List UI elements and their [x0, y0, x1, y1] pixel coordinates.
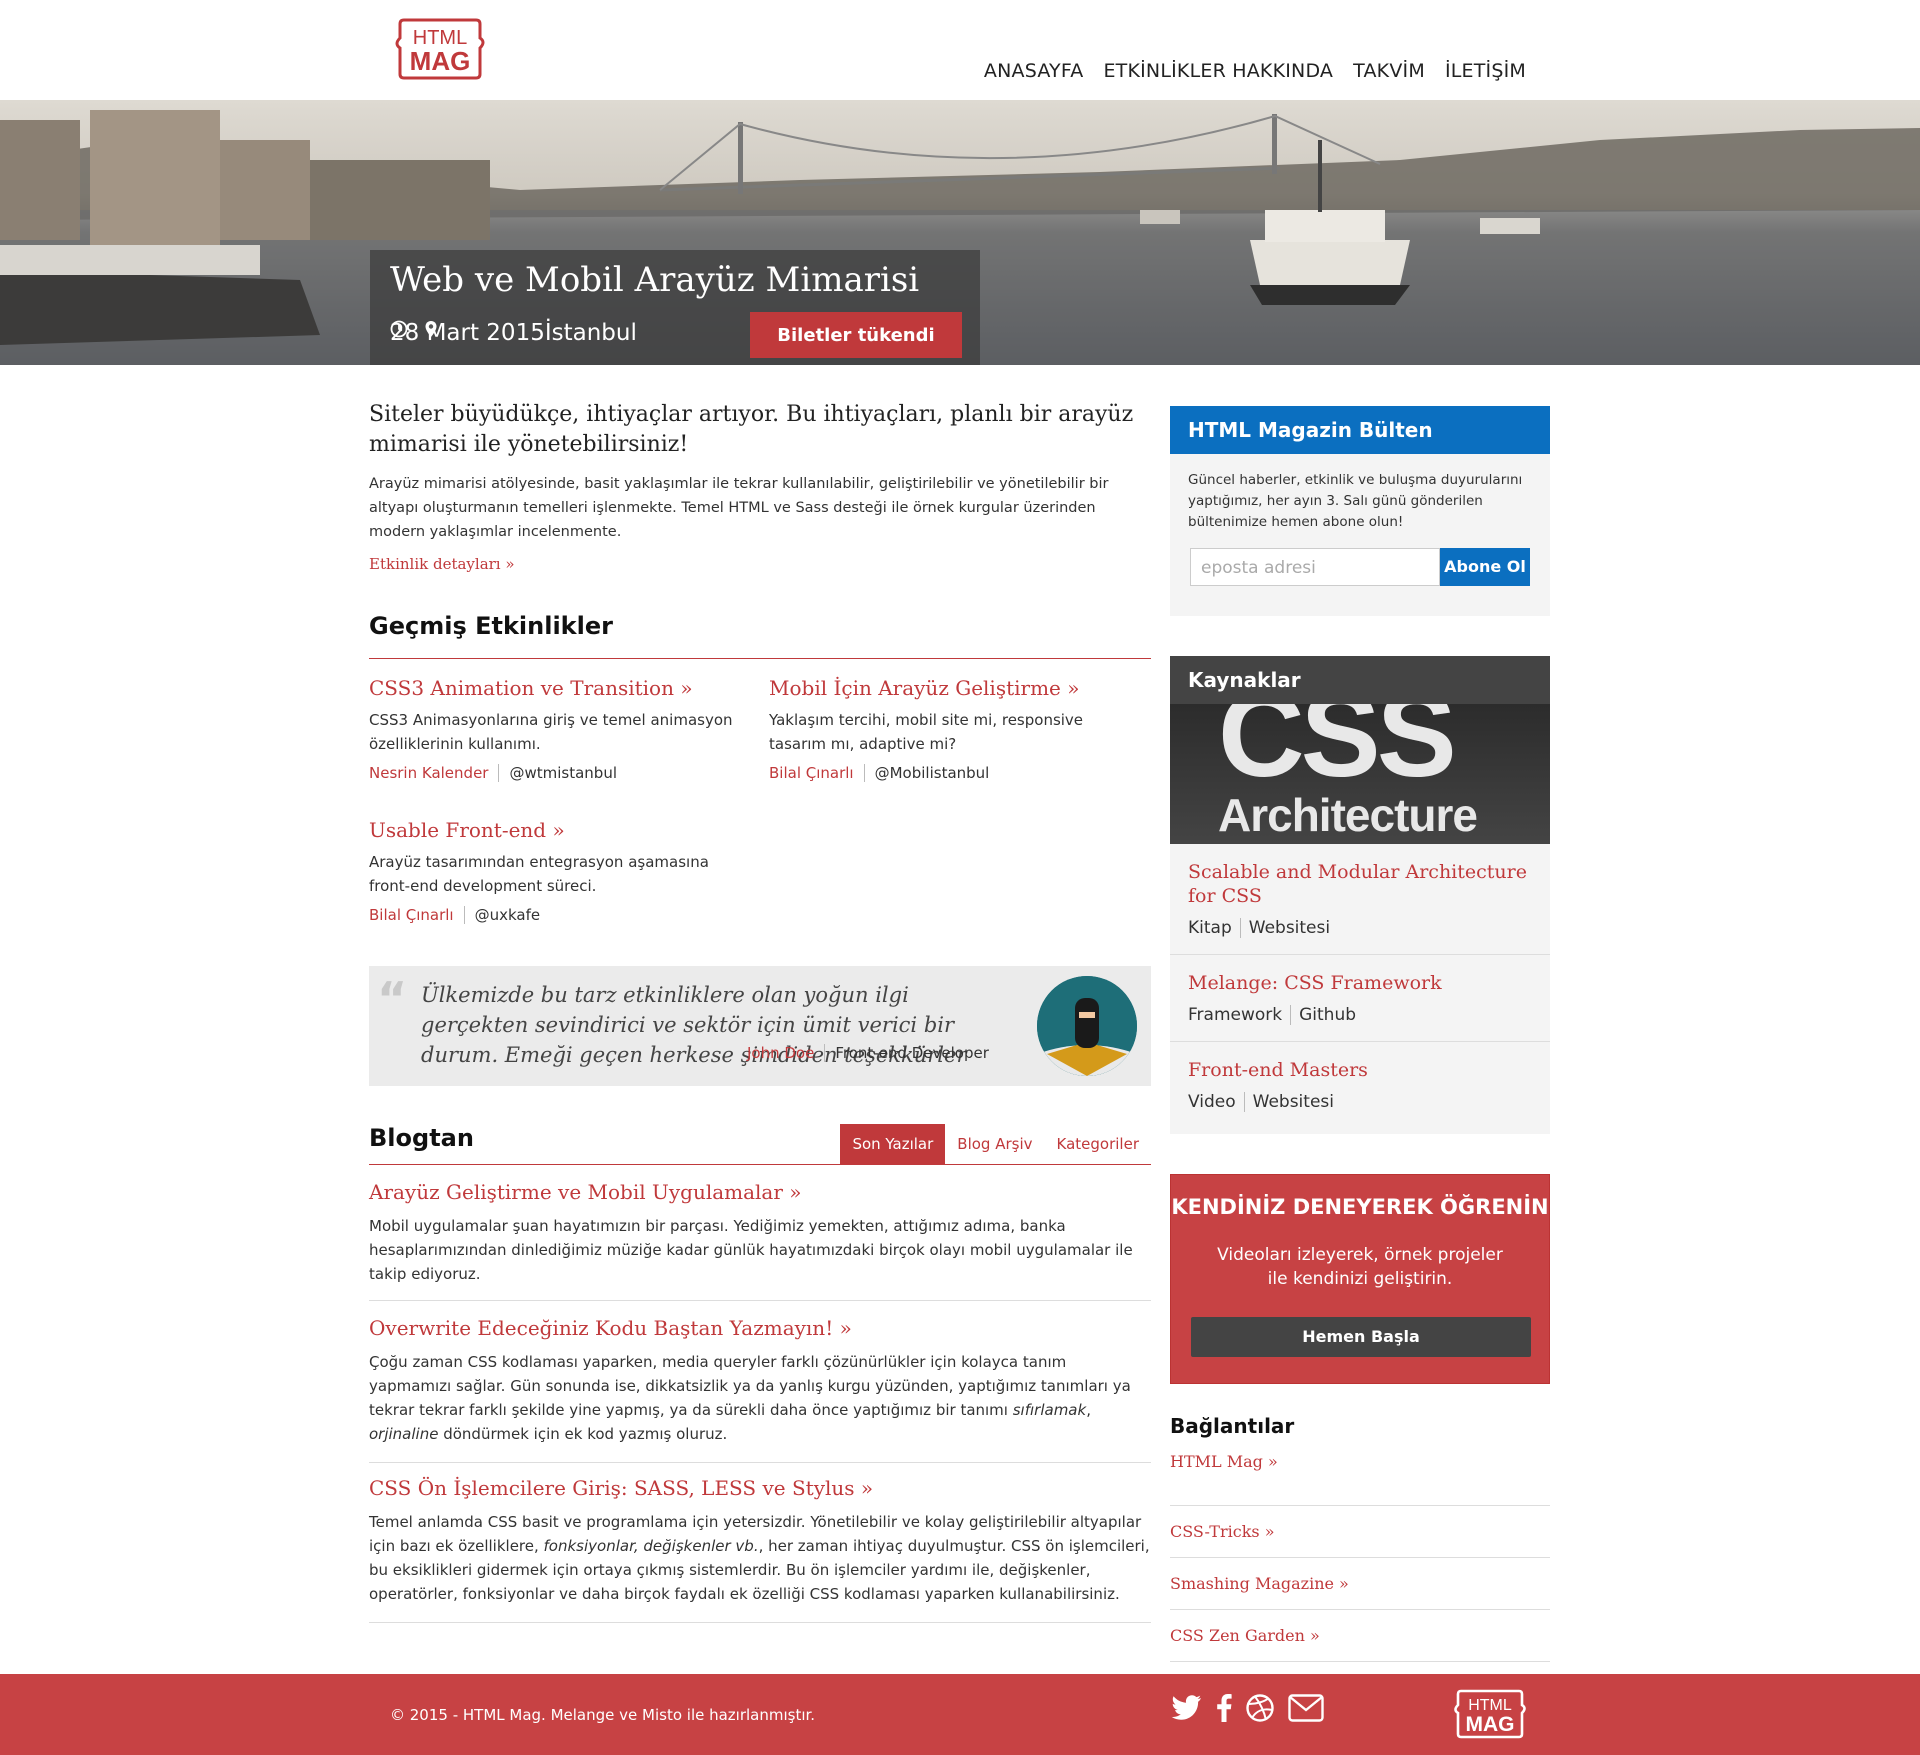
quote-author-role: Front-end Developer [835, 1044, 989, 1062]
blog-post: Arayüz Geliştirme ve Mobil Uygulamalar »… [369, 1180, 1151, 1301]
footer-copyright: © 2015 - HTML Mag. Melange ve Misto ile … [390, 1706, 816, 1724]
event-title-link[interactable]: CSS3 Animation ve Transition » [369, 676, 739, 700]
social-links [1170, 1694, 1324, 1722]
event-details-link[interactable]: Etkinlik detayları » [369, 555, 515, 573]
tab-categories[interactable]: Kategoriler [1045, 1124, 1151, 1164]
cta-title: KENDİNİZ DENEYEREK ÖĞRENİN [1171, 1195, 1549, 1219]
learn-cta-box: KENDİNİZ DENEYEREK ÖĞRENİN Videoları izl… [1170, 1174, 1550, 1384]
testimonial-quote: “ Ülkemizde bu tarz etkinliklere olan yo… [369, 966, 1151, 1086]
sidebar-link[interactable]: HTML Mag » [1170, 1454, 1550, 1506]
site-header: HTML MAG ANASAYFA ETKİNLİKLER HAKKINDA T… [0, 0, 1920, 102]
intro-lead: Siteler büyüdükçe, ihtiyaçlar artıyor. B… [369, 402, 1134, 457]
hero-info-box: Web ve Mobil Arayüz Mimarisi 28 Mart 201… [370, 250, 980, 365]
resources-title: Kaynaklar [1170, 656, 1550, 704]
cta-text: Videoları izleyerek, örnek projeler ile … [1217, 1245, 1503, 1289]
event-handle: @uxkafe [474, 906, 541, 924]
blog-tabs: Son Yazılar Blog Arşiv Kategoriler [840, 1124, 1151, 1164]
site-footer: © 2015 - HTML Mag. Melange ve Misto ile … [0, 1674, 1920, 1755]
nav-item-about[interactable]: ETKİNLİKLER HAKKINDA [1103, 56, 1333, 86]
event-title-link[interactable]: Mobil İçin Arayüz Geliştirme » [769, 676, 1139, 700]
blog-post-body: Çoğu zaman CSS kodlaması yaparken, media… [369, 1353, 1131, 1443]
hero-banner: Web ve Mobil Arayüz Mimarisi 28 Mart 201… [0, 100, 1920, 365]
blog-post: Overwrite Edeceğiniz Kodu Baştan Yazmayı… [369, 1316, 1151, 1463]
email-field[interactable]: eposta adresi [1190, 548, 1440, 586]
resource-item: Melange: CSS Framework Framework Github [1170, 955, 1550, 1042]
event-handle: @Mobilistanbul [874, 764, 990, 782]
resource-item: Front-end Masters Video Websitesi [1170, 1042, 1550, 1128]
footer-logo[interactable]: HTML MAG [1450, 1686, 1530, 1742]
resource-link[interactable]: Framework [1188, 1005, 1292, 1025]
resource-link[interactable]: Websitesi [1245, 1092, 1334, 1112]
event-desc: Arayüz tasarımından entegrasyon aşamasın… [369, 853, 709, 895]
resource-link[interactable]: Video [1188, 1092, 1245, 1112]
logo[interactable]: HTML MAG [390, 14, 490, 84]
mail-icon[interactable] [1288, 1694, 1324, 1722]
resource-link[interactable]: Github [1291, 1005, 1356, 1025]
event-author-link[interactable]: Bilal Çınarlı [369, 906, 465, 924]
blog-post-title-link[interactable]: CSS Ön İşlemcilere Giriş: SASS, LESS ve … [369, 1476, 1151, 1500]
resource-title-link[interactable]: Melange: CSS Framework [1188, 971, 1532, 995]
avatar [1037, 976, 1137, 1076]
clock-icon [390, 320, 408, 338]
resource-link[interactable]: Websitesi [1241, 918, 1330, 938]
event-desc: CSS3 Animasyonlarına giriş ve temel anim… [369, 711, 733, 753]
tab-latest-posts[interactable]: Son Yazılar [840, 1124, 946, 1164]
main-content: Siteler büyüdükçe, ihtiyaçlar artıyor. B… [369, 400, 1151, 1623]
links-box: Bağlantılar HTML Mag » CSS-Tricks » Smas… [1170, 1414, 1550, 1662]
newsletter-text: Güncel haberler, etkinlik ve buluşma duy… [1188, 472, 1523, 530]
sidebar-link[interactable]: CSS Zen Garden » [1170, 1610, 1550, 1662]
facebook-icon[interactable] [1216, 1694, 1232, 1722]
resource-title-link[interactable]: Scalable and Modular Architecture for CS… [1188, 860, 1532, 908]
blog-post-body: Mobil uygulamalar şuan hayatımızın bir p… [369, 1217, 1133, 1283]
footer-logo-top-text: HTML [1468, 1697, 1512, 1714]
blog-post-body: Temel anlamda CSS basit ve programlama i… [369, 1513, 1150, 1603]
quote-author-link[interactable]: John Doe [747, 1044, 826, 1062]
hero-meta: 28 Mart 2015 İstanbul [390, 320, 637, 346]
start-now-button[interactable]: Hemen Başla [1191, 1317, 1531, 1357]
links-title: Bağlantılar [1170, 1414, 1295, 1438]
footer-logo-bottom-text: MAG [1466, 1713, 1515, 1736]
twitter-icon[interactable] [1170, 1695, 1202, 1721]
css-architecture-image[interactable]: CSS Architecture [1170, 704, 1550, 844]
quote-mark-icon: “ [377, 972, 408, 1026]
sidebar-link[interactable]: Smashing Magazine » [1170, 1558, 1550, 1610]
newsletter-title: HTML Magazin Bülten [1170, 406, 1550, 454]
logo-bottom-text: MAG [410, 46, 471, 76]
hero-location: İstanbul [544, 320, 637, 346]
event-handle: @wtmistanbul [509, 764, 617, 782]
nav-item-calendar[interactable]: TAKVİM [1353, 56, 1425, 86]
main-nav: ANASAYFA ETKİNLİKLER HAKKINDA TAKVİM İLE… [980, 56, 1550, 102]
sidebar-link[interactable]: CSS-Tricks » [1170, 1506, 1550, 1558]
event-desc: Yaklaşım tercihi, mobil site mi, respons… [769, 711, 1084, 753]
resources-box: Kaynaklar CSS Architecture Scalable and … [1170, 656, 1550, 1134]
intro-text: Arayüz mimarisi atölyesinde, basit yakla… [369, 476, 1109, 540]
blog-post-title-link[interactable]: Overwrite Edeceğiniz Kodu Baştan Yazmayı… [369, 1316, 1151, 1340]
event-item: Mobil İçin Arayüz Geliştirme » Yaklaşım … [769, 676, 1139, 782]
past-events-header: Geçmiş Etkinlikler [369, 612, 1151, 659]
hero-title: Web ve Mobil Arayüz Mimarisi [390, 260, 920, 300]
blog-post-title-link[interactable]: Arayüz Geliştirme ve Mobil Uygulamalar » [369, 1180, 1151, 1204]
event-title-link[interactable]: Usable Front-end » [369, 818, 739, 842]
newsletter-box: HTML Magazin Bülten Güncel haberler, etk… [1170, 406, 1550, 616]
event-author-link[interactable]: Bilal Çınarlı [769, 764, 865, 782]
subscribe-button[interactable]: Abone Ol [1440, 548, 1530, 586]
resource-link[interactable]: Kitap [1188, 918, 1241, 938]
hero-date: 28 Mart 2015 [390, 320, 545, 346]
tickets-sold-out-button[interactable]: Biletler tükendi [750, 312, 962, 358]
nav-item-contact[interactable]: İLETİŞİM [1445, 56, 1526, 86]
tab-blog-archive[interactable]: Blog Arşiv [945, 1124, 1044, 1164]
resource-title-link[interactable]: Front-end Masters [1188, 1058, 1532, 1082]
blog-post: CSS Ön İşlemcilere Giriş: SASS, LESS ve … [369, 1476, 1151, 1623]
resource-item: Scalable and Modular Architecture for CS… [1170, 844, 1550, 955]
past-events-title: Geçmiş Etkinlikler [369, 612, 613, 640]
event-author-link[interactable]: Nesrin Kalender [369, 764, 500, 782]
event-item: CSS3 Animation ve Transition » CSS3 Anim… [369, 676, 739, 782]
dribbble-icon[interactable] [1246, 1694, 1274, 1722]
nav-item-home[interactable]: ANASAYFA [984, 56, 1084, 86]
event-item: Usable Front-end » Arayüz tasarımından e… [369, 818, 739, 924]
map-pin-icon [425, 321, 437, 337]
